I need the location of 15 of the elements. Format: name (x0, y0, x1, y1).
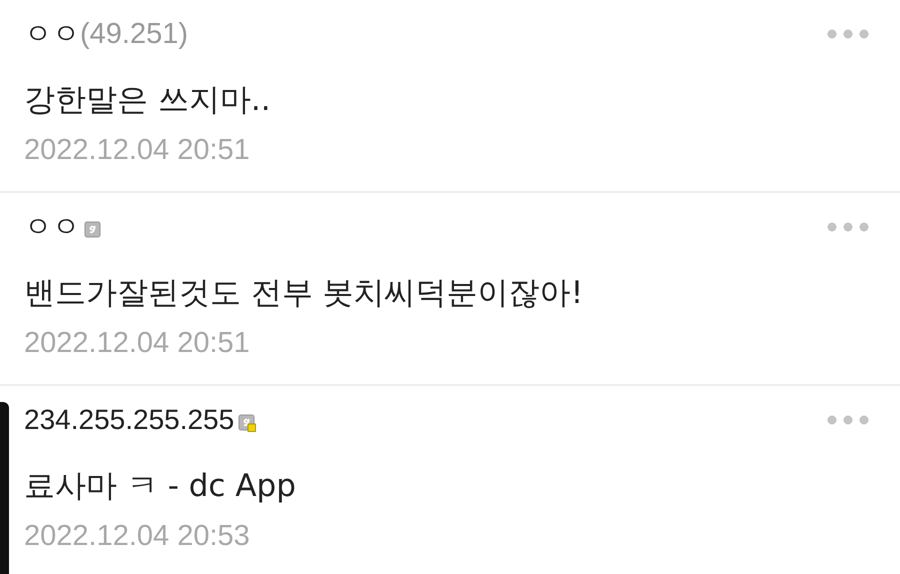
comment-date: 2022.12.04 20:51 (24, 133, 251, 168)
nickname: 234.255.255.255 (24, 404, 234, 436)
comment-date: 2022.12.04 20:51 (24, 326, 251, 361)
comment-date: 2022.12.04 20:53 (24, 519, 251, 554)
comment-text: 밴드가잘된것도 전부 봇치씨덕분이잖아! (24, 274, 584, 313)
comment-text: 강한말은 쓰지마.. (24, 81, 272, 120)
more-icon[interactable] (826, 28, 870, 40)
more-icon[interactable] (826, 414, 870, 426)
ip-address: (49.251) (80, 18, 188, 50)
more-icon[interactable] (826, 221, 870, 233)
member-icon (84, 221, 102, 239)
nickname: ㅇㅇ (24, 17, 80, 51)
nickname: ㅇㅇ (24, 210, 80, 244)
semi-member-icon (238, 414, 256, 432)
comment-text: 료사마 ㅋ - dc App (24, 467, 297, 506)
